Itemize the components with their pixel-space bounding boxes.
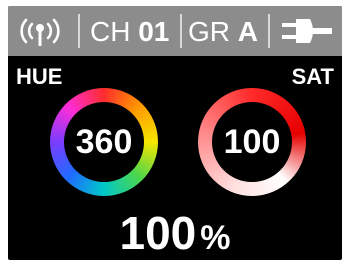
saturation-dial[interactable]: 100: [198, 88, 306, 196]
status-separator: [268, 14, 270, 48]
hue-dial[interactable]: 360: [50, 88, 158, 196]
hue-label: HUE: [16, 64, 63, 89]
device-screen: CH 01 GR A HUE SAT 360 100 100%: [8, 6, 342, 260]
saturation-value: 100: [223, 123, 281, 161]
group-value: A: [237, 16, 259, 47]
status-separator: [180, 14, 182, 48]
power-plug-icon: [282, 19, 332, 43]
group-prefix: GR: [188, 16, 230, 47]
saturation-label: SAT: [291, 64, 334, 89]
group-indicator: GR A: [188, 15, 258, 49]
wireless-signal-icon: [20, 18, 60, 46]
intensity-value: 100: [119, 207, 197, 259]
status-bar: CH 01 GR A: [8, 6, 342, 56]
channel-prefix: CH: [90, 16, 131, 47]
intensity-readout: 100%: [8, 206, 342, 260]
status-separator: [78, 14, 80, 48]
channel-value: 01: [138, 16, 170, 47]
hue-value: 360: [75, 123, 133, 161]
intensity-unit: %: [200, 219, 231, 257]
channel-indicator: CH 01: [90, 15, 169, 49]
